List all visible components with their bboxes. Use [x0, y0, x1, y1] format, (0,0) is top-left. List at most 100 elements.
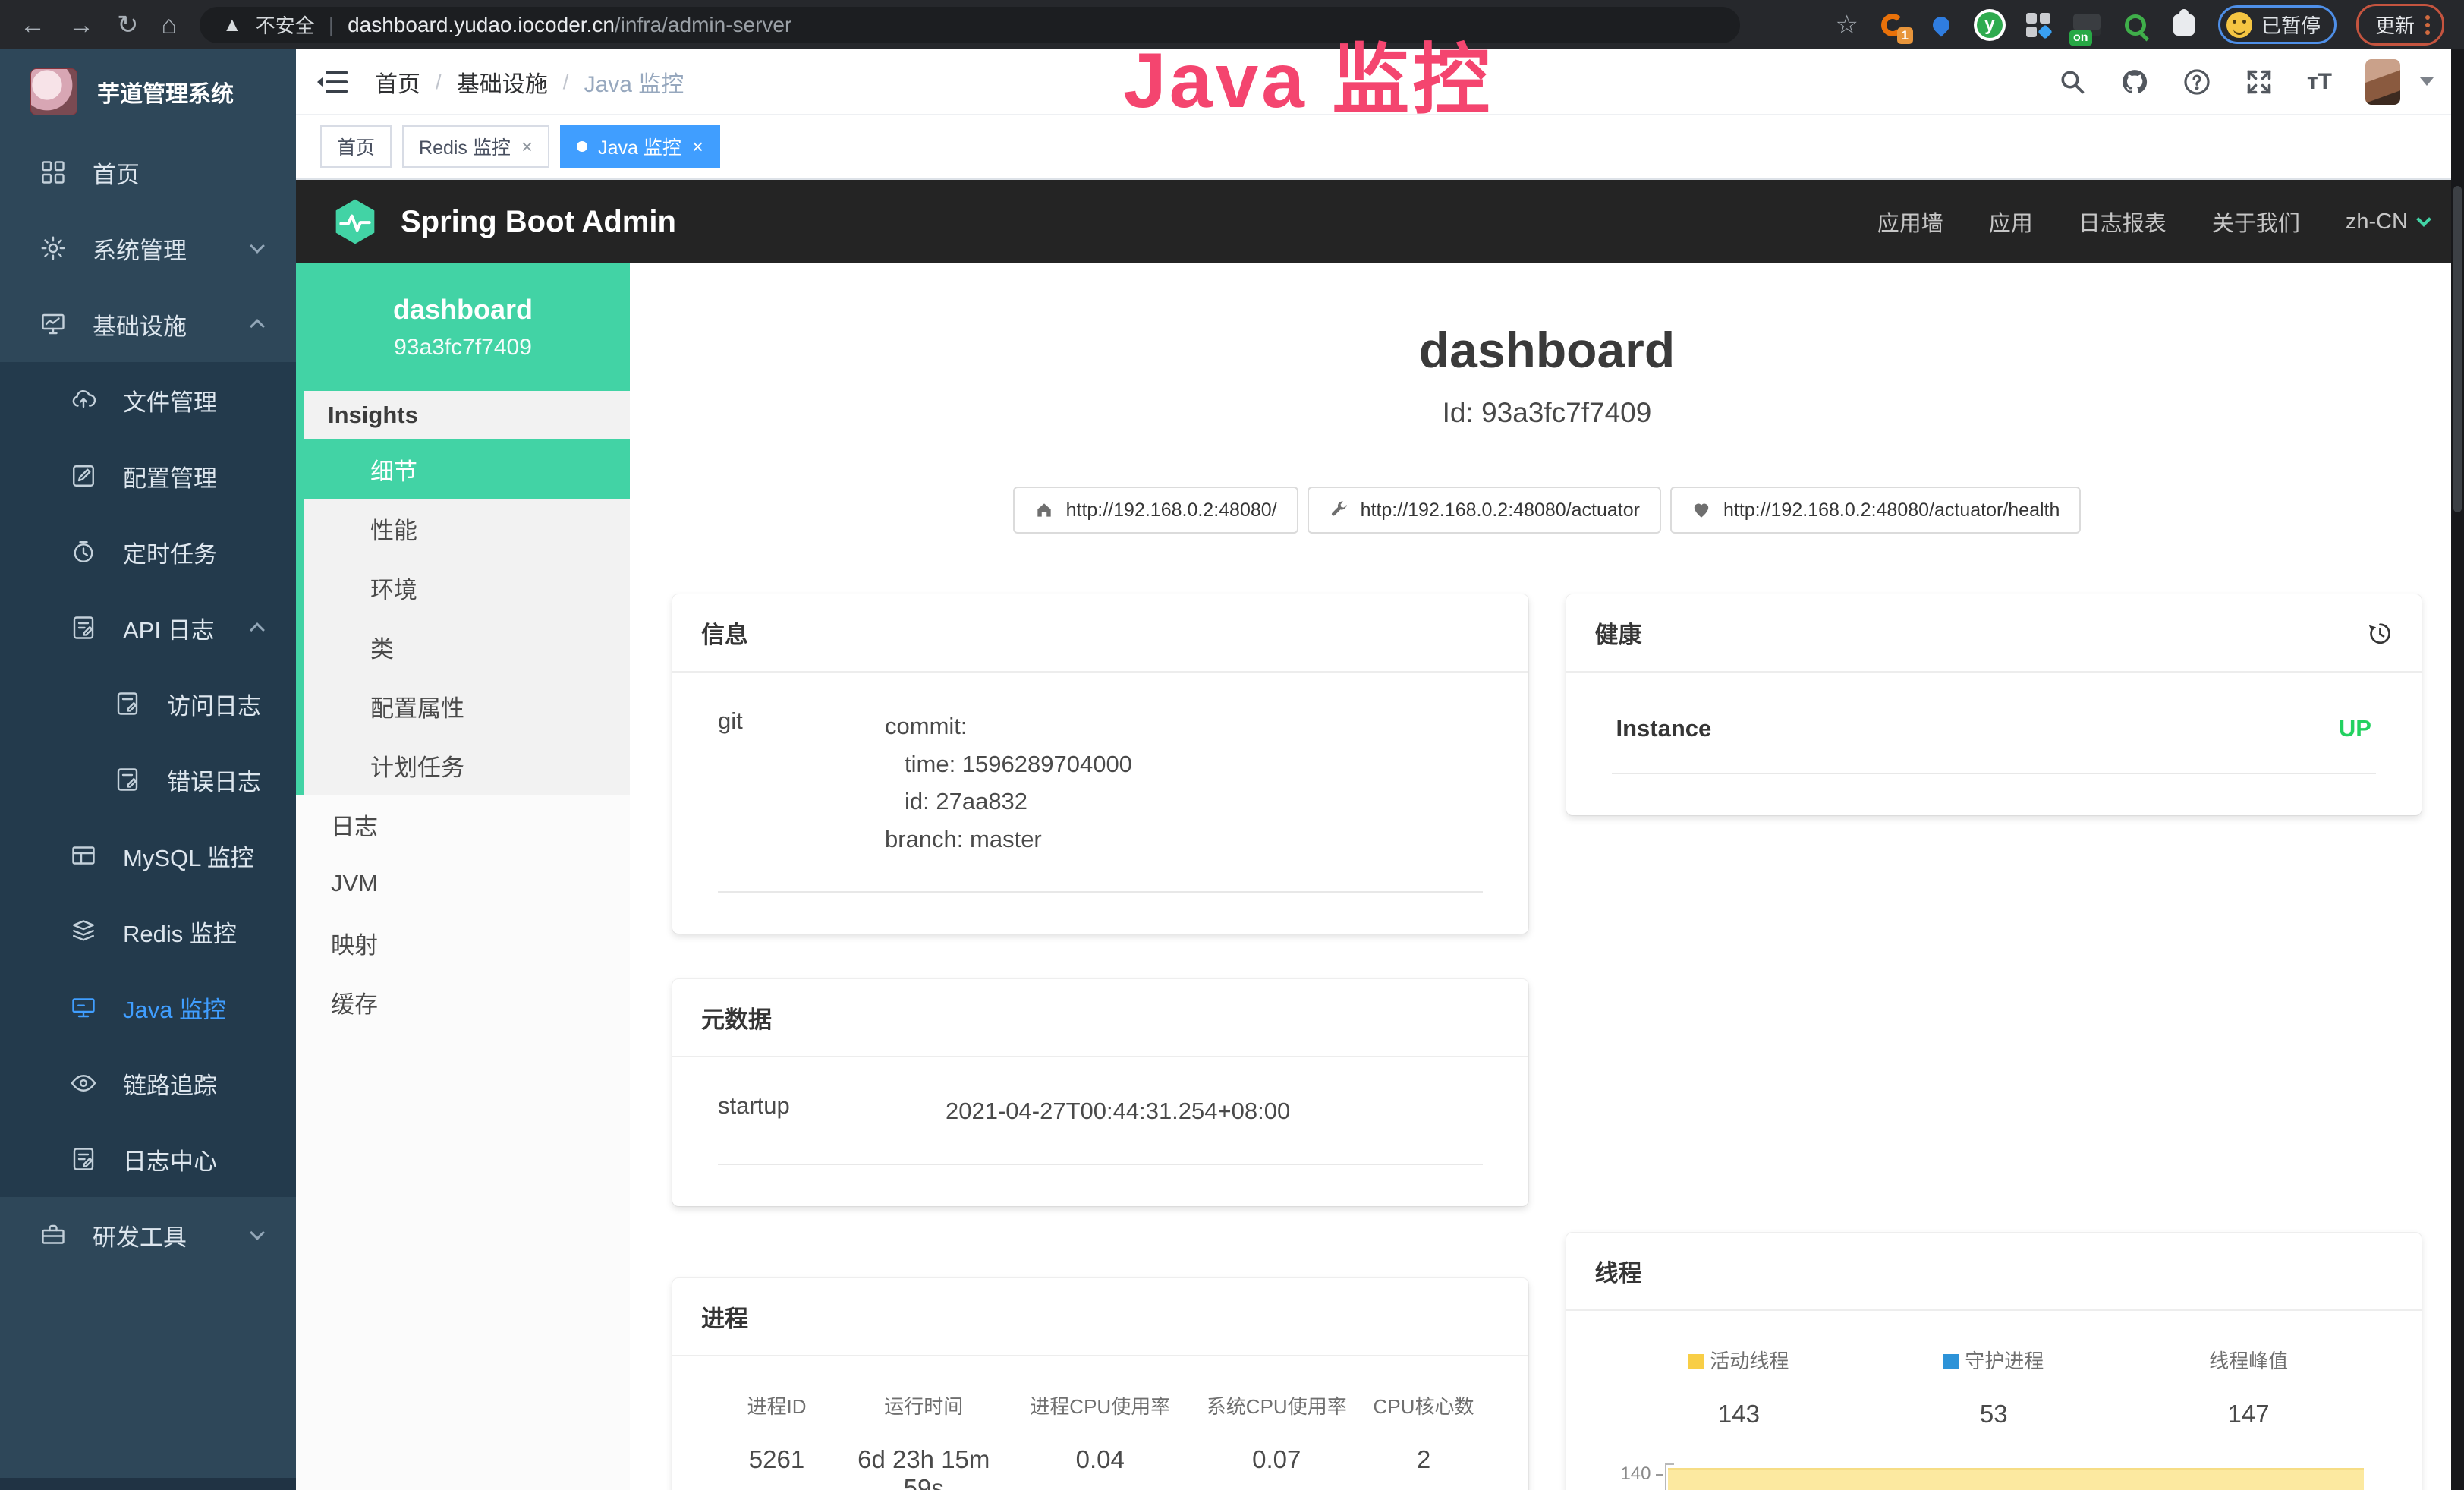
sba-menu-jvm[interactable]: JVM [296, 854, 630, 913]
dashboard-icon [39, 159, 67, 186]
actuator-url-button[interactable]: http://192.168.0.2:48080/actuator [1308, 487, 1661, 534]
sba-menu-mappings[interactable]: 映射 [296, 913, 630, 972]
app-title: 芋道管理系统 [97, 75, 234, 109]
metadata-startup-row: startup 2021-04-27T00:44:31.254+08:00 [718, 1092, 1483, 1165]
extension-y-icon[interactable]: y [1975, 11, 2004, 39]
font-size-icon[interactable]: тT [2307, 69, 2332, 95]
sba-main-content: dashboard Id: 93a3fc7f7409 http://192.16… [630, 263, 2464, 1490]
card-title: 信息 [701, 616, 748, 650]
home-icon[interactable]: ⌂ [162, 12, 178, 38]
forward-icon[interactable]: → [68, 12, 94, 38]
sidebar-item-label: Redis 监控 [123, 915, 237, 949]
app-logo-row[interactable]: 芋道管理系统 [0, 49, 296, 134]
heartbeat-icon [1691, 500, 1711, 520]
sidebar-item-home[interactable]: 首页 [0, 134, 296, 210]
page-title: dashboard [630, 321, 2464, 379]
reload-icon[interactable]: ↻ [117, 12, 139, 38]
document-edit-icon [114, 690, 141, 717]
scrollbar-thumb[interactable] [2453, 186, 2462, 512]
extension-magnifier-icon[interactable] [2121, 11, 2150, 39]
process-col-system-cpu: 系统CPU使用率 0.07 [1188, 1391, 1365, 1490]
sidebar-item-dev-tools[interactable]: 研发工具 [0, 1197, 296, 1273]
sba-menu-config-props[interactable]: 配置属性 [304, 676, 630, 736]
info-git-row: git commit: time: 1596289704000 id: 27aa… [718, 707, 1483, 893]
sidebar-item-config-management[interactable]: 配置管理 [0, 438, 296, 514]
sidebar-item-scheduled-jobs[interactable]: 定时任务 [0, 514, 296, 590]
sidebar-item-trace[interactable]: 链路追踪 [0, 1045, 296, 1121]
chart-y-axis [1665, 1463, 1666, 1490]
github-icon[interactable] [2120, 68, 2149, 96]
chevron-down-icon [2416, 212, 2431, 227]
tab-redis-monitor[interactable]: Redis 监控 × [402, 125, 549, 168]
extension-puzzle-icon[interactable] [2170, 11, 2198, 39]
address-bar[interactable]: ▲ 不安全 | dashboard.yudao.iocoder.cn/infra… [200, 7, 1740, 43]
sidebar-fold-icon[interactable] [317, 69, 349, 95]
sba-nav-applications[interactable]: 应用 [1989, 206, 2033, 238]
browser-update-button[interactable]: 更新 [2356, 4, 2444, 46]
sba-menu-caches[interactable]: 缓存 [296, 972, 630, 1032]
bookmark-star-icon[interactable]: ☆ [1835, 12, 1858, 38]
tab-java-monitor[interactable]: Java 监控 × [560, 125, 720, 168]
sba-menu-classes[interactable]: 类 [304, 617, 630, 676]
sidebar-item-file-management[interactable]: 文件管理 [0, 362, 296, 438]
tab-home[interactable]: 首页 [320, 125, 392, 168]
extension-colorzilla-icon[interactable]: 1 [1878, 11, 1907, 39]
paused-label: 已暂停 [2261, 11, 2321, 39]
wrench-icon [1329, 500, 1348, 520]
screen: ← → ↻ ⌂ ▲ 不安全 | dashboard.yudao.iocoder.… [0, 0, 2464, 1490]
history-icon[interactable] [2365, 619, 2393, 647]
breadcrumb-home[interactable]: 首页 [375, 65, 420, 99]
cards-left-column: 信息 git commit: time: 1596289704000 id: 2… [672, 594, 1528, 1490]
search-icon[interactable] [2058, 68, 2087, 96]
info-card: 信息 git commit: time: 1596289704000 id: 2… [672, 594, 1528, 934]
sidebar-item-java-monitor[interactable]: Java 监控 [0, 969, 296, 1045]
user-menu-caret-icon[interactable] [2420, 77, 2434, 86]
help-icon[interactable] [2182, 68, 2211, 96]
extension-grid-icon[interactable] [2024, 11, 2053, 39]
emoji-face-icon [2226, 12, 2252, 38]
active-tab-dot [577, 141, 587, 152]
instance-header[interactable]: dashboard 93a3fc7f7409 [296, 263, 630, 391]
health-url-button[interactable]: http://192.168.0.2:48080/actuator/health [1670, 487, 2081, 534]
user-avatar[interactable] [2365, 59, 2400, 105]
sidebar-item-api-logs[interactable]: API 日志 [0, 590, 296, 666]
close-icon[interactable]: × [692, 137, 703, 156]
sidebar-item-label: MySQL 监控 [123, 839, 254, 873]
service-url-button[interactable]: http://192.168.0.2:48080/ [1013, 487, 1298, 534]
sba-menu-environment[interactable]: 环境 [304, 558, 630, 617]
sidebar-item-infrastructure[interactable]: 基础设施 [0, 286, 296, 362]
sba-nav-journal[interactable]: 日志报表 [2079, 206, 2167, 238]
sidebar-item-redis-monitor[interactable]: Redis 监控 [0, 893, 296, 969]
sidebar-item-mysql-monitor[interactable]: MySQL 监控 [0, 817, 296, 893]
back-icon[interactable]: ← [20, 12, 46, 38]
sidebar-item-label: 首页 [93, 156, 140, 190]
breadcrumb-infrastructure[interactable]: 基础设施 [457, 65, 548, 99]
sidebar-item-access-logs[interactable]: 访问日志 [0, 666, 296, 742]
close-icon[interactable]: × [521, 137, 533, 156]
sba-nav-about[interactable]: 关于我们 [2212, 206, 2300, 238]
sidebar-item-error-logs[interactable]: 错误日志 [0, 742, 296, 817]
clock-icon [70, 538, 97, 565]
sidebar-item-system-management[interactable]: 系统管理 [0, 210, 296, 286]
fullscreen-icon[interactable] [2245, 68, 2274, 96]
extension-switch-icon[interactable]: on [2072, 11, 2101, 39]
paused-extension-badge[interactable]: 已暂停 [2218, 5, 2337, 44]
sidebar-collapse-bar[interactable] [0, 1478, 296, 1490]
java-monitor-icon [70, 994, 97, 1021]
sidebar-item-label: 日志中心 [123, 1142, 217, 1177]
sba-instance-sidebar: dashboard 93a3fc7f7409 Insights 细节 性能 环境… [296, 263, 630, 1490]
metadata-row-label: startup [718, 1092, 946, 1130]
sba-menu-metrics[interactable]: 性能 [304, 499, 630, 558]
sba-menu-scheduled-tasks[interactable]: 计划任务 [304, 736, 630, 795]
sba-menu-logs[interactable]: 日志 [296, 795, 630, 854]
sba-nav-wallboard[interactable]: 应用墙 [1877, 206, 1943, 238]
sba-menu-details[interactable]: 细节 [304, 439, 630, 499]
sidebar-item-label: Java 监控 [123, 991, 226, 1025]
sba-locale-select[interactable]: zh-CN [2346, 209, 2429, 235]
sba-brand[interactable]: Spring Boot Admin [331, 197, 676, 246]
menu-dots-icon[interactable] [2425, 15, 2430, 35]
cards-grid: 信息 git commit: time: 1596289704000 id: 2… [630, 534, 2464, 1490]
extension-pin-icon[interactable] [1927, 11, 1956, 39]
browser-scrollbar[interactable] [2451, 49, 2464, 1490]
sidebar-item-log-center[interactable]: 日志中心 [0, 1121, 296, 1197]
